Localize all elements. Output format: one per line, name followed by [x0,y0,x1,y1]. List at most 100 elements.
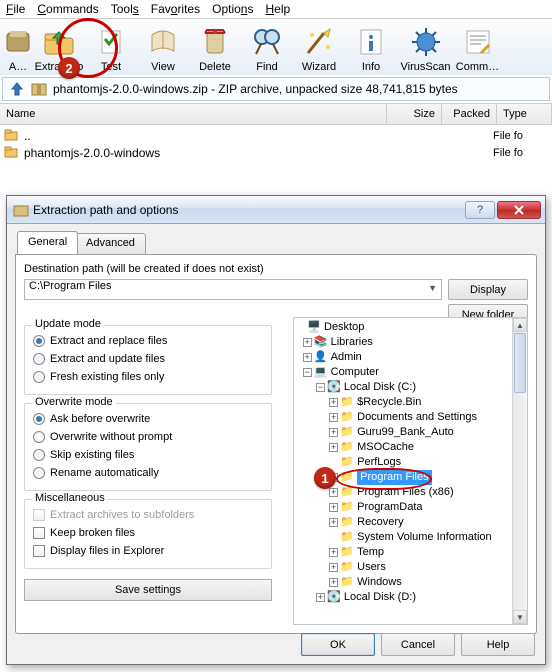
folder-icon: 📁 [340,426,354,440]
menu-tools[interactable]: Tools [111,2,139,16]
folder-icon: 📁 [340,471,354,485]
dest-path-input[interactable]: C:\Program Files [24,279,442,300]
wizard-button[interactable]: Wizard [294,22,344,75]
extraction-dialog: Extraction path and options ? General Ad… [6,195,546,665]
dialog-titlebar: Extraction path and options ? [7,196,545,224]
folder-icon: 📁 [340,546,354,560]
radio-rename[interactable]: Rename automatically [33,464,263,482]
tree-item[interactable]: +💽Local Disk (D:) [296,590,525,605]
radio-skip[interactable]: Skip existing files [33,446,263,464]
up-icon[interactable] [9,81,25,97]
tab-general[interactable]: General [17,231,78,254]
extract-icon [41,24,77,60]
cancel-button[interactable]: Cancel [381,633,455,656]
tree-item[interactable]: +📁$Recycle.Bin [296,395,525,410]
location-bar: phantomjs-2.0.0-windows.zip - ZIP archiv… [2,77,550,101]
add-icon [0,24,36,60]
location-text: phantomjs-2.0.0-windows.zip - ZIP archiv… [53,82,458,96]
check-broken[interactable]: Keep broken files [33,524,263,542]
tree-item[interactable]: +📁ProgramData [296,500,525,515]
test-button[interactable]: Test [86,22,136,75]
tree-item[interactable]: +📁Documents and Settings [296,410,525,425]
folder-icon: 📁 [340,441,354,455]
tab-strip: General Advanced [15,230,537,254]
radio-extract-replace[interactable]: Extract and replace files [33,332,263,350]
desktop-icon: 🖥️ [307,321,321,335]
col-name[interactable]: Name [0,104,387,124]
step-badge-1: 1 [314,467,336,489]
menu-help[interactable]: Help [265,2,290,16]
tree-item[interactable]: +📁Windows [296,575,525,590]
delete-icon [197,24,233,60]
ok-button[interactable]: OK [301,633,375,656]
folder-up-icon [4,128,20,144]
tree-item[interactable]: +📁MSOCache [296,440,525,455]
close-button[interactable] [497,201,541,219]
display-button[interactable]: Display [448,279,528,300]
menu-commands[interactable]: Commands [37,2,98,16]
tree-item[interactable]: +📁Guru99_Bank_Auto [296,425,525,440]
scroll-down-icon[interactable]: ▼ [513,610,527,624]
folder-icon: 📁 [340,561,354,575]
scrollbar[interactable]: ▲ ▼ [512,318,527,624]
folder-icon: 📁 [340,396,354,410]
test-icon [93,24,129,60]
col-packed[interactable]: Packed [442,104,497,124]
help-button[interactable]: Help [461,633,535,656]
add-button[interactable]: A… [4,22,32,75]
radio-ask[interactable]: Ask before overwrite [33,410,263,428]
radio-fresh-only[interactable]: Fresh existing files only [33,368,263,386]
close-icon [514,205,524,215]
find-button[interactable]: Find [242,22,292,75]
radio-extract-update[interactable]: Extract and update files [33,350,263,368]
wizard-icon [301,24,337,60]
list-item[interactable]: .. File fo [4,127,548,144]
list-item[interactable]: phantomjs-2.0.0-windows File fo [4,144,548,161]
menu-options[interactable]: Options [212,2,253,16]
filelist-header: Name Size Packed Type [0,103,552,125]
info-icon [353,24,389,60]
comment-button[interactable]: Comm… [455,22,500,75]
scroll-thumb[interactable] [514,333,526,393]
drive-icon: 💽 [327,381,341,395]
expand-icon[interactable]: + [303,338,312,347]
check-explorer[interactable]: Display files in Explorer [33,542,263,560]
tree-item[interactable]: +📁Temp [296,545,525,560]
folder-icon: 📁 [340,486,354,500]
libraries-icon: 📚 [314,336,328,350]
radio-overwrite[interactable]: Overwrite without prompt [33,428,263,446]
find-icon [249,24,285,60]
step-badge-2: 2 [58,57,80,79]
tab-panel-general: Destination path (will be created if doe… [15,254,537,634]
toolbar: A… Extract To Test View Delete Find Wi [0,19,552,75]
tree-item[interactable]: +📁Recovery [296,515,525,530]
virus-button[interactable]: VirusScan [398,22,453,75]
folder-icon: 📁 [340,501,354,515]
misc-group: Miscellaneous Extract archives to subfol… [24,499,272,569]
app-icon [13,202,29,218]
save-settings-button[interactable]: Save settings [24,579,272,601]
col-size[interactable]: Size [387,104,442,124]
view-icon [145,24,181,60]
tree-item[interactable]: 📁System Volume Information [296,530,525,545]
delete-button[interactable]: Delete [190,22,240,75]
folder-icon: 📁 [340,576,354,590]
view-button[interactable]: View [138,22,188,75]
menu-favorites[interactable]: Favorites [151,2,200,16]
folder-icon: 📁 [340,411,354,425]
computer-icon: 💻 [314,366,328,380]
overwrite-mode-group: Overwrite mode Ask before overwrite Over… [24,403,272,491]
folder-icon: 📁 [340,516,354,530]
info-button[interactable]: Info [346,22,396,75]
dialog-buttons: OK Cancel Help [301,633,535,656]
dialog-title: Extraction path and options [33,203,463,217]
tree-item[interactable]: +📁Users [296,560,525,575]
folder-icon: 📁 [340,456,354,470]
scroll-up-icon[interactable]: ▲ [513,318,527,332]
tab-advanced[interactable]: Advanced [75,233,146,254]
menu-file[interactable]: File [6,2,25,16]
help-button[interactable]: ? [465,201,495,219]
col-type[interactable]: Type [497,104,552,124]
folder-icon [4,145,20,161]
file-list: .. File fo phantomjs-2.0.0-windows File … [0,125,552,163]
